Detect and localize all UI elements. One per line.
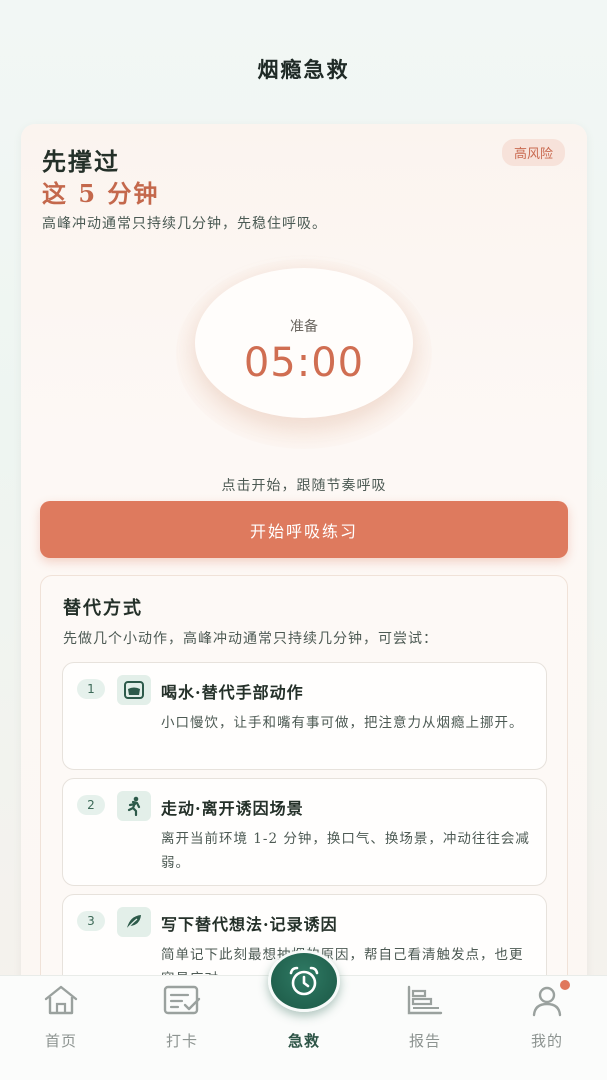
timer-circle[interactable]: 准备 05:00: [195, 268, 413, 418]
tab-report[interactable]: 报告: [385, 976, 465, 1080]
alternative-item-walk[interactable]: 2 走动·离开诱因场景 离开当前环境 1-2 分钟，换口气、换场景，冲动往往会减…: [62, 778, 547, 886]
home-icon: [44, 985, 78, 1015]
timer-value: 05:00: [243, 340, 365, 386]
alternative-name: 写下替代想法·记录诱因: [161, 915, 338, 934]
risk-badge: 高风险: [501, 139, 565, 166]
tab-label: 急救: [287, 1032, 320, 1050]
hero-title-line1: 先撑过: [42, 147, 120, 176]
notification-dot: [560, 980, 570, 990]
cup-icon: [117, 675, 151, 705]
alternative-name: 喝水·替代手部动作: [161, 683, 304, 702]
hero-subtitle: 高峰冲动通常只持续几分钟，先稳住呼吸。: [42, 216, 327, 232]
tab-label: 打卡: [165, 1032, 198, 1050]
tab-label: 我的: [530, 1032, 563, 1050]
tab-label: 报告: [408, 1032, 441, 1050]
report-icon: [407, 985, 443, 1015]
alternative-name: 走动·离开诱因场景: [161, 799, 304, 818]
alarm-clock-icon: [289, 966, 319, 996]
alternative-item-water[interactable]: 1 喝水·替代手部动作 小口慢饮，让手和嘴有事可做，把注意力从烟瘾上挪开。: [62, 662, 547, 770]
user-icon: [532, 986, 562, 1017]
checkin-icon: [163, 985, 201, 1015]
alternative-number: 2: [77, 795, 105, 815]
tab-checkin[interactable]: 打卡: [142, 976, 222, 1080]
emergency-card: 先撑过 这 5 分钟 高风险 高峰冲动通常只持续几分钟，先稳住呼吸。 准备 05…: [21, 124, 587, 1035]
alternatives-subtitle: 先做几个小动作，高峰冲动通常只持续几分钟，可尝试：: [63, 631, 438, 647]
alternative-number: 3: [77, 911, 105, 931]
tab-profile[interactable]: 我的: [507, 976, 587, 1080]
timer-label: 准备: [290, 319, 318, 335]
alternative-description: 小口慢饮，让手和嘴有事可做，把注意力从烟瘾上挪开。: [161, 715, 524, 731]
page-header: 烟瘾急救: [0, 0, 607, 118]
leaf-pen-icon: [117, 907, 151, 937]
alternatives-title: 替代方式: [63, 598, 143, 619]
tab-home[interactable]: 首页: [21, 976, 101, 1080]
walking-icon: [117, 791, 151, 821]
page-title: 烟瘾急救: [257, 57, 350, 82]
emergency-center-button[interactable]: [268, 950, 340, 1012]
hero-title-line2: 这 5 分钟: [42, 179, 160, 208]
tab-label: 首页: [44, 1032, 77, 1050]
alternative-description: 离开当前环境 1-2 分钟，换口气、换场景，冲动往往会减弱。: [161, 831, 530, 871]
timer-hint: 点击开始，跟随节奏呼吸: [221, 478, 387, 494]
alternative-number: 1: [77, 679, 105, 699]
start-breathing-button[interactable]: 开始呼吸练习: [40, 501, 568, 558]
